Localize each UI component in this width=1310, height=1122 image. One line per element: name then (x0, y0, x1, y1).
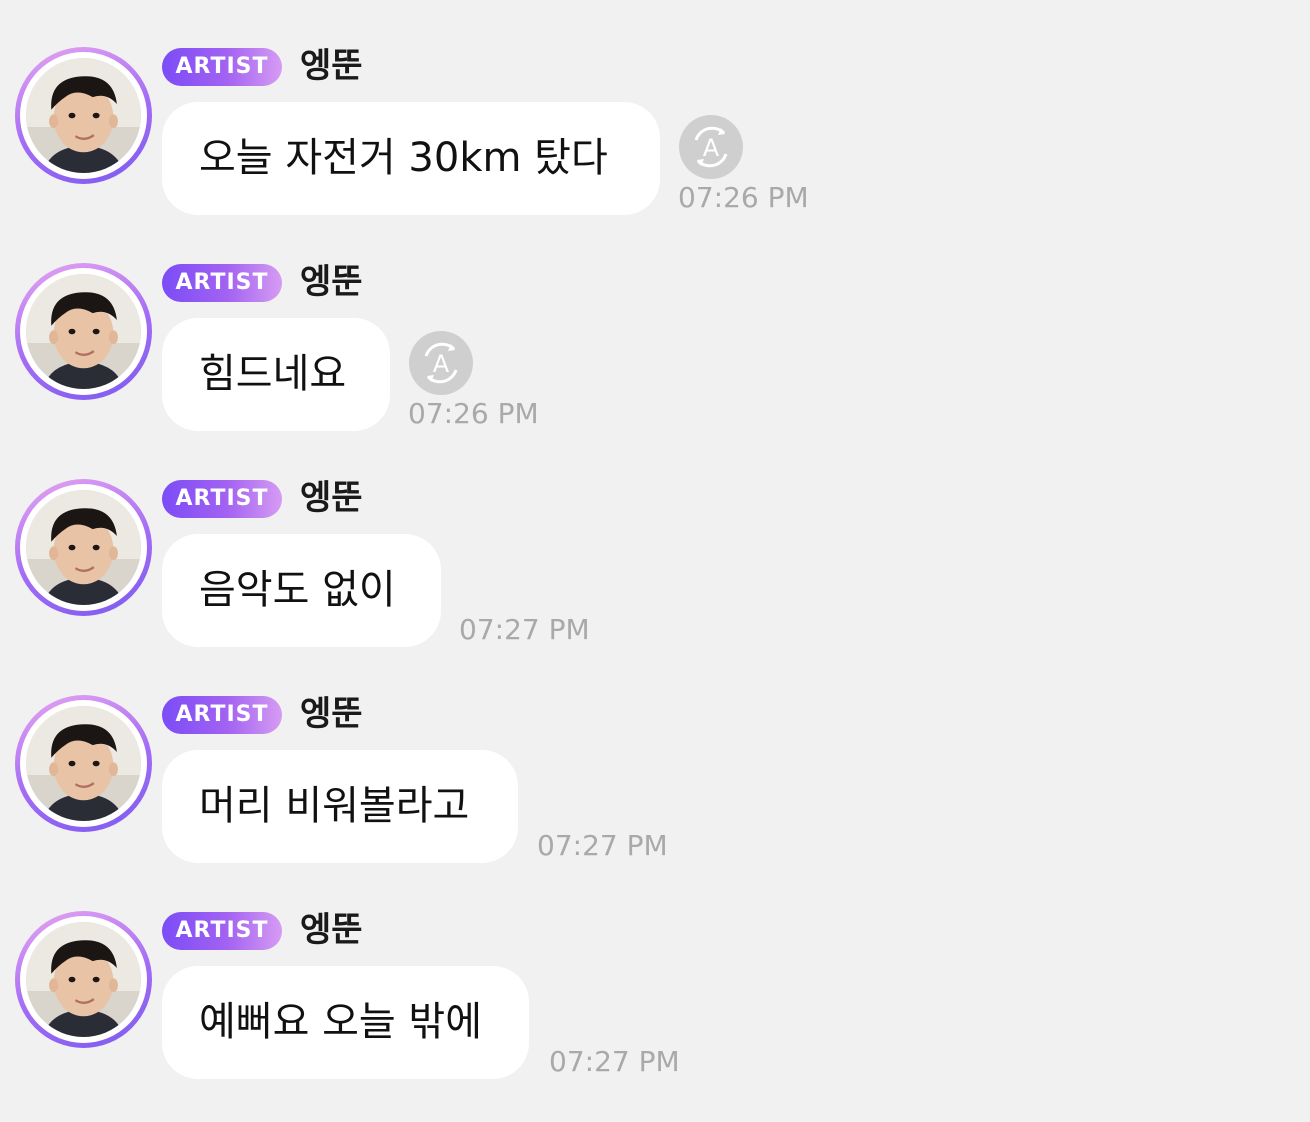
avatar-photo (20, 52, 147, 179)
chat-message: ARTIST 엥뚠 머리 비워볼라고 07:27 PM (0, 648, 1310, 863)
avatar[interactable] (15, 479, 152, 616)
message-bubble[interactable]: 음악도 없이 (162, 534, 441, 647)
artist-badge: ARTIST (162, 912, 282, 950)
sender-name: 엥뚠 (300, 694, 363, 734)
avatar[interactable] (15, 695, 152, 832)
sender-name: 엥뚠 (300, 46, 363, 86)
timestamp: 07:27 PM (459, 613, 590, 646)
message-bubble[interactable]: 예뻐요 오늘 밖에 (162, 966, 529, 1079)
timestamp: 07:26 PM (678, 181, 809, 214)
timestamp: 07:26 PM (408, 397, 539, 430)
translate-icon[interactable]: A (408, 330, 474, 396)
message-bubble[interactable]: 머리 비워볼라고 (162, 750, 518, 863)
chat-message: ARTIST 엥뚠 오늘 자전거 30km 탔다 A 07:26 PM (0, 0, 1310, 215)
timestamp: 07:27 PM (549, 1045, 680, 1078)
sender-name: 엥뚠 (300, 262, 363, 302)
avatar-photo (20, 268, 147, 395)
artist-badge: ARTIST (162, 48, 282, 86)
avatar[interactable] (15, 263, 152, 400)
chat-message: ARTIST 엥뚠 음악도 없이 07:27 PM (0, 432, 1310, 647)
avatar-photo (20, 916, 147, 1043)
svg-text:A: A (433, 350, 450, 378)
chat-message: ARTIST 엥뚠 예뻐요 오늘 밖에 07:27 PM (0, 864, 1310, 1079)
message-bubble[interactable]: 오늘 자전거 30km 탔다 (162, 102, 660, 215)
artist-badge: ARTIST (162, 696, 282, 734)
svg-text:A: A (703, 134, 720, 162)
avatar-photo (20, 484, 147, 611)
avatar-photo (20, 700, 147, 827)
sender-name: 엥뚠 (300, 478, 363, 518)
artist-badge: ARTIST (162, 480, 282, 518)
message-bubble[interactable]: 힘드네요 (162, 318, 390, 431)
sender-name: 엥뚠 (300, 910, 363, 950)
timestamp: 07:27 PM (537, 829, 668, 862)
avatar[interactable] (15, 47, 152, 184)
avatar[interactable] (15, 911, 152, 1048)
translate-icon[interactable]: A (678, 114, 744, 180)
chat-message: ARTIST 엥뚠 힘드네요 A 07:26 PM (0, 216, 1310, 431)
artist-badge: ARTIST (162, 264, 282, 302)
